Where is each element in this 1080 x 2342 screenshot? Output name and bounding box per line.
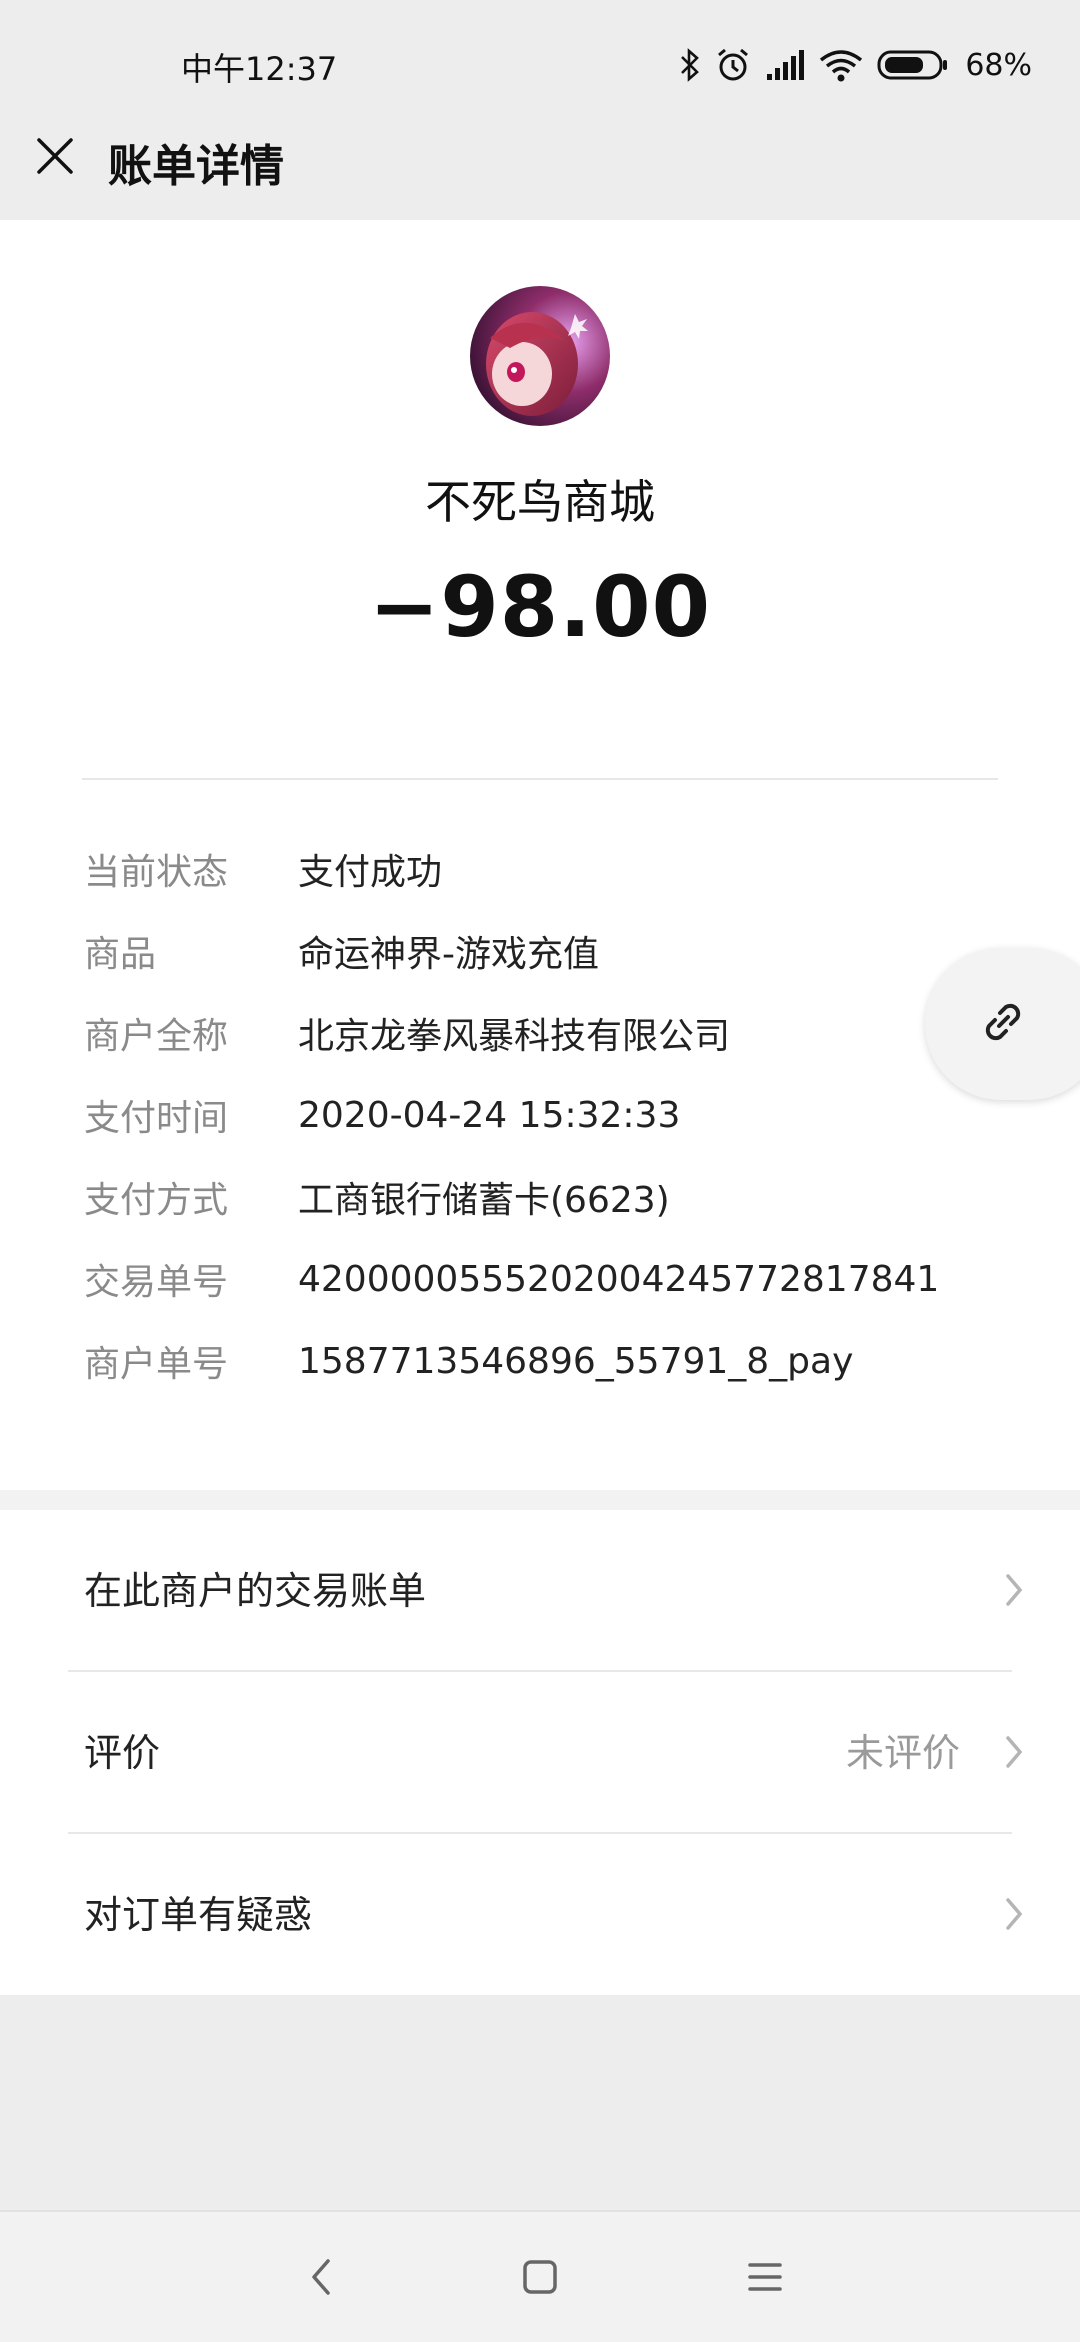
back-icon (312, 2259, 330, 2295)
battery-icon (877, 50, 948, 80)
link-label: 在此商户的交易账单 (84, 1569, 427, 1613)
detail-label: 当前状态 (84, 852, 229, 893)
detail-row: 支付时间 2020-04-24 15:32:33 (84, 1074, 1034, 1156)
bluetooth-icon (681, 48, 700, 82)
status-time: 中午12:37 (181, 50, 338, 88)
detail-row: 商户单号 1587713546896_55791_8_pay (84, 1320, 1034, 1402)
link-label: 评价 (84, 1731, 161, 1775)
detail-label: 商品 (84, 934, 157, 975)
merchant-transactions-row[interactable]: 在此商户的交易账单 (0, 1510, 1080, 1670)
detail-label: 交易单号 (84, 1262, 229, 1303)
detail-value: 支付成功 (298, 852, 443, 893)
detail-label: 支付方式 (84, 1180, 229, 1221)
detail-value: 北京龙拳风暴科技有限公司 (298, 1016, 731, 1057)
order-question-row[interactable]: 对订单有疑惑 (0, 1834, 1080, 1994)
wifi-icon (820, 50, 863, 82)
merchant-name: 不死鸟商城 (425, 475, 655, 529)
chevron-right-icon (1006, 1898, 1023, 1930)
section-separator (0, 1490, 1080, 1510)
detail-row: 商品 命运神界-游戏充值 (84, 910, 1034, 992)
detail-row: 商户全称 北京龙拳风暴科技有限公司 (84, 992, 1034, 1074)
alarm-icon (718, 48, 749, 81)
detail-list: 当前状态 支付成功 商品 命运神界-游戏充值 商户全称 北京龙拳风暴科技有限公司… (84, 828, 1034, 1402)
detail-value: 4200000555202004245772817841 (298, 1258, 940, 1300)
status-icons: 68% (679, 40, 1032, 90)
payment-amount: −98.00 (368, 558, 712, 656)
battery-percent: 68% (965, 47, 1032, 83)
link-label: 对订单有疑惑 (84, 1893, 313, 1937)
close-button[interactable] (30, 128, 80, 184)
divider (82, 778, 998, 780)
rating-row[interactable]: 评价 未评价 (0, 1672, 1080, 1832)
merchant-avatar (470, 286, 610, 426)
detail-label: 支付时间 (84, 1098, 229, 1139)
nav-home-button[interactable] (510, 2252, 570, 2302)
detail-label: 商户单号 (84, 1344, 229, 1385)
page-title: 账单详情 (108, 141, 284, 192)
detail-value: 命运神界-游戏充值 (298, 934, 599, 975)
action-list: 在此商户的交易账单 评价 未评价 对订单有疑惑 (0, 1510, 1080, 1995)
chevron-right-icon (1006, 1736, 1023, 1768)
header-bar: 账单详情 (0, 100, 1080, 220)
detail-value: 1587713546896_55791_8_pay (298, 1340, 854, 1382)
detail-value: 工商银行储蓄卡(6623) (298, 1180, 670, 1221)
home-icon (523, 2260, 557, 2294)
nav-back-button[interactable] (290, 2252, 350, 2302)
detail-row: 交易单号 4200000555202004245772817841 (84, 1238, 1034, 1320)
detail-value: 2020-04-24 15:32:33 (298, 1094, 681, 1136)
signal-icon (767, 50, 805, 80)
system-navigation-bar (0, 2210, 1080, 2342)
detail-label: 商户全称 (84, 1016, 229, 1057)
nav-menu-button[interactable] (735, 2252, 795, 2302)
menu-icon (748, 2263, 782, 2291)
rating-status: 未评价 (845, 1731, 960, 1775)
detail-row: 当前状态 支付成功 (84, 828, 1034, 910)
detail-row: 支付方式 工商银行储蓄卡(6623) (84, 1156, 1034, 1238)
close-icon (37, 138, 73, 174)
chevron-right-icon (1006, 1574, 1023, 1606)
